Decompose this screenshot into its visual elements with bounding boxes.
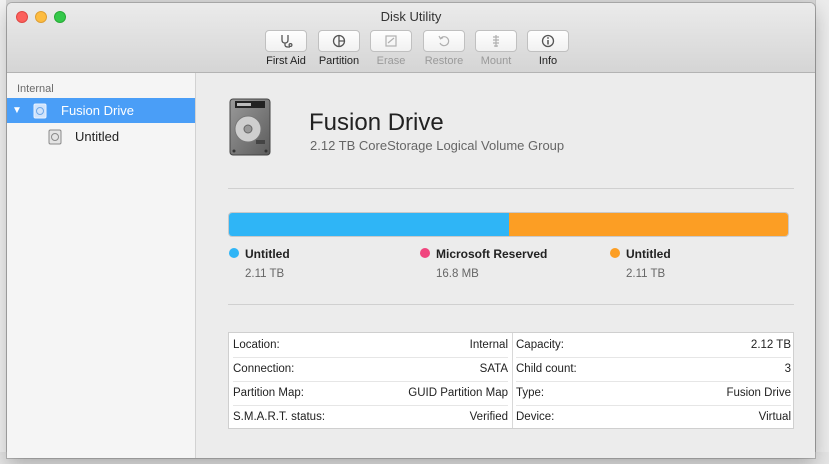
- info-label: Partition Map:: [233, 387, 304, 399]
- info-label: S.M.A.R.T. status:: [233, 411, 326, 423]
- info-button[interactable]: Info: [521, 30, 575, 67]
- titlebar: Disk Utility First Aid Partition Erase R…: [7, 3, 815, 73]
- sidebar-item-label: Fusion Drive: [61, 103, 134, 118]
- mount-button[interactable]: Mount: [469, 30, 523, 67]
- usage-segment-untitled-1: [229, 213, 509, 236]
- info-row-smart-status: S.M.A.R.T. status: Verified: [233, 405, 508, 429]
- usage-segment-untitled-2: [508, 213, 788, 236]
- restore-label: Restore: [424, 55, 464, 67]
- window-title: Disk Utility: [380, 9, 442, 24]
- legend-name: Untitled: [626, 247, 671, 261]
- background-window-edge: [0, 0, 6, 464]
- stethoscope-icon: [281, 35, 293, 48]
- info-table: Location: Internal Connection: SATA Part…: [228, 332, 794, 429]
- legend-name: Microsoft Reserved: [436, 247, 548, 261]
- volume-icon: [48, 129, 62, 144]
- erase-icon: [385, 35, 397, 47]
- legend-size: 2.11 TB: [245, 268, 285, 280]
- sidebar-item-label: Untitled: [75, 129, 120, 144]
- info-label: Location:: [233, 339, 280, 351]
- partition-button[interactable]: Partition: [312, 30, 366, 67]
- info-column-left: Location: Internal Connection: SATA Part…: [229, 333, 513, 428]
- info-label: Capacity:: [516, 339, 564, 351]
- divider: [228, 304, 794, 305]
- info-value: Internal: [469, 339, 508, 351]
- info-row-device: Device: Virtual: [516, 405, 791, 429]
- info-row-capacity: Capacity: 2.12 TB: [516, 333, 791, 358]
- mount-label: Mount: [480, 55, 512, 67]
- info-value: GUID Partition Map: [408, 387, 508, 399]
- legend-name: Untitled: [245, 247, 290, 261]
- first-aid-button[interactable]: First Aid: [259, 30, 313, 67]
- info-value: SATA: [479, 363, 508, 375]
- first-aid-label: First Aid: [266, 55, 306, 67]
- mount-icon-button[interactable]: [475, 30, 517, 52]
- info-value: Fusion Drive: [726, 387, 791, 399]
- restore-icon: [438, 35, 450, 47]
- disk-name: Fusion Drive: [309, 109, 444, 136]
- sidebar: Internal ▼ Fusion Drive Untitled: [7, 73, 196, 458]
- erase-button[interactable]: Erase: [364, 30, 418, 67]
- info-row-connection: Connection: SATA: [233, 357, 508, 382]
- legend-size: 16.8 MB: [436, 268, 479, 280]
- main-panel: Fusion Drive 2.12 TB CoreStorage Logical…: [196, 73, 815, 458]
- restore-icon-button[interactable]: [423, 30, 465, 52]
- restore-button[interactable]: Restore: [417, 30, 471, 67]
- legend-dot: [229, 248, 239, 258]
- info-row-location: Location: Internal: [233, 333, 508, 358]
- info-value: Virtual: [758, 411, 791, 423]
- info-icon: [541, 34, 555, 48]
- info-label: Child count:: [516, 363, 577, 375]
- info-value: 2.12 TB: [750, 339, 791, 351]
- info-column-right: Capacity: 2.12 TB Child count: 3 Type: F…: [512, 333, 795, 428]
- partition-label: Partition: [318, 55, 360, 67]
- erase-icon-button[interactable]: [370, 30, 412, 52]
- info-row-type: Type: Fusion Drive: [516, 381, 791, 406]
- legend-dot: [420, 248, 430, 258]
- disclosure-triangle-icon[interactable]: ▼: [12, 105, 22, 116]
- usage-bar: [228, 212, 789, 237]
- sidebar-item-untitled[interactable]: Untitled: [7, 124, 195, 149]
- pie-partition-icon: [332, 34, 346, 48]
- info-label: Device:: [516, 411, 555, 423]
- info-label: Type:: [516, 387, 545, 399]
- disk-description: 2.12 TB CoreStorage Logical Volume Group: [310, 138, 565, 153]
- hard-drive-icon: [229, 98, 271, 156]
- first-aid-icon-button[interactable]: [265, 30, 307, 52]
- legend-dot: [610, 248, 620, 258]
- partition-icon-button[interactable]: [318, 30, 360, 52]
- info-label: Info: [538, 55, 558, 67]
- info-value: 3: [784, 363, 791, 375]
- legend-size: 2.11 TB: [626, 268, 666, 280]
- info-icon-button[interactable]: [527, 30, 569, 52]
- sidebar-item-fusion-drive[interactable]: ▼ Fusion Drive: [7, 98, 195, 123]
- info-value: Verified: [469, 411, 508, 423]
- info-row-partition-map: Partition Map: GUID Partition Map: [233, 381, 508, 406]
- sidebar-heading-internal: Internal: [17, 83, 54, 95]
- info-label: Connection:: [233, 363, 295, 375]
- info-row-child-count: Child count: 3: [516, 357, 791, 382]
- background-window-edge: [815, 0, 829, 464]
- mount-icon: [493, 35, 499, 47]
- hard-drive-icon: [33, 103, 47, 118]
- divider: [228, 188, 794, 189]
- erase-label: Erase: [376, 55, 406, 67]
- disk-utility-window: Disk Utility First Aid Partition Erase R…: [7, 3, 815, 458]
